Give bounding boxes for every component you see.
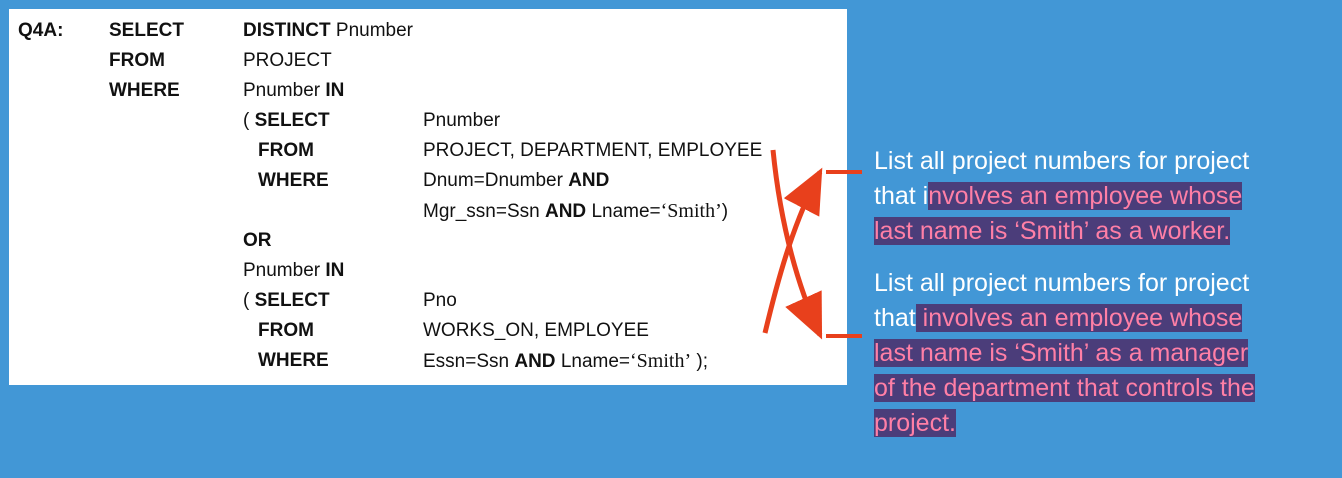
arrow-top-to-subquery2 [770, 149, 823, 340]
annotation-worker: List all project numbers for project tha… [874, 144, 1334, 249]
annotation-worker-line3: last name is ‘Smith’ as a worker. [874, 217, 1231, 245]
annotation-manager: List all project numbers for project tha… [874, 266, 1334, 441]
annotation-manager-line3: last name is ‘Smith’ as a manager [874, 339, 1249, 367]
annotation-manager-line5: project. [874, 409, 956, 437]
annotation-manager-line4: of the department that controls the [874, 374, 1255, 402]
annotation-worker-line1: List all project numbers for project [874, 147, 1250, 175]
annotation-manager-line2: that involves an employee whose [874, 304, 1243, 332]
annotation-manager-line1: List all project numbers for project [874, 269, 1250, 297]
annotation-worker-line2: that involves an employee whose [874, 182, 1243, 210]
